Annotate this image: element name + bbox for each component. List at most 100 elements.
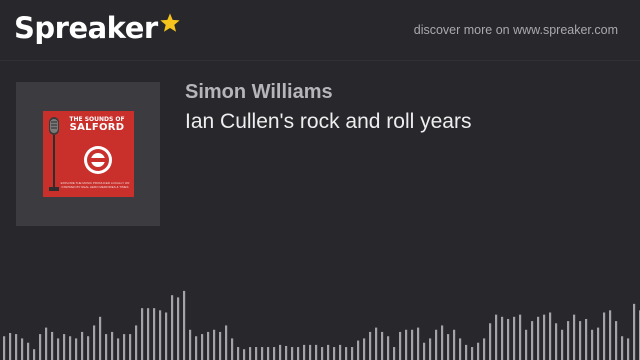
waveform-bar — [123, 334, 126, 360]
waveform-bar — [273, 347, 276, 360]
waveform-bar — [489, 323, 492, 360]
logo-wordmark: Spreaker — [14, 11, 158, 45]
waveform-bar — [141, 308, 144, 360]
waveform-bar — [63, 334, 66, 360]
waveform-bar — [189, 329, 192, 360]
waveform-bar — [411, 329, 414, 360]
waveform-bar — [45, 327, 48, 360]
waveform-bar — [111, 331, 114, 360]
waveform-bar — [585, 318, 588, 360]
waveform-bar — [531, 321, 534, 360]
waveform-bar — [195, 336, 198, 360]
waveform-bar — [591, 329, 594, 360]
waveform-bar — [459, 338, 462, 360]
waveform-bar — [447, 334, 450, 360]
waveform-bar — [609, 310, 612, 360]
waveform-bar — [327, 344, 330, 360]
waveform-bar — [165, 312, 168, 360]
waveform-bar — [441, 325, 444, 360]
waveform-bar — [423, 342, 426, 360]
waveform-bar — [297, 347, 300, 360]
waveform-bar — [303, 344, 306, 360]
waveform-bar — [381, 331, 384, 360]
waveform-bar — [525, 329, 528, 360]
waveform-bar — [21, 338, 24, 360]
waveform-bar — [555, 323, 558, 360]
audio-waveform[interactable] — [0, 250, 640, 360]
waveform-bar — [315, 344, 318, 360]
waveform-bar — [207, 331, 210, 360]
waveform-bar — [537, 316, 540, 360]
waveform-bar — [135, 325, 138, 360]
waveform-bar — [405, 329, 408, 360]
episode-artwork[interactable]: THE SOUNDS OF SALFORD EXPLORE THE MUSIC … — [16, 82, 160, 226]
waveform-bar — [69, 336, 72, 360]
waveform-bar — [453, 329, 456, 360]
waveform-bar — [357, 340, 360, 360]
waveform-bar — [393, 347, 396, 360]
waveform-bar — [3, 336, 6, 360]
waveform-bar — [213, 329, 216, 360]
waveform-bar — [345, 347, 348, 360]
waveform-bar — [363, 338, 366, 360]
waveform-bar — [9, 333, 12, 360]
waveform-bar — [369, 331, 372, 360]
star-icon — [160, 13, 180, 32]
cover-subtext: EXPLORE THE MUSIC PRODUCED LOCALLY OR IN… — [60, 181, 130, 189]
waveform-bar — [597, 327, 600, 360]
cover-image: THE SOUNDS OF SALFORD EXPLORE THE MUSIC … — [43, 111, 134, 197]
cover-title: THE SOUNDS OF SALFORD — [63, 116, 131, 134]
spreaker-player: Spreaker discover more on www.spreaker.c… — [0, 0, 640, 360]
discover-link[interactable]: discover more on www.spreaker.com — [414, 23, 618, 37]
waveform-bar — [513, 316, 516, 360]
waveform-bar — [129, 334, 132, 360]
waveform-bar — [501, 316, 504, 360]
episode-author[interactable]: Simon Williams — [185, 81, 333, 104]
waveform-bar — [39, 334, 42, 360]
waveform-bar — [291, 347, 294, 360]
waveform-bar — [231, 338, 234, 360]
waveform-bar — [75, 338, 78, 360]
waveform-bar — [477, 342, 480, 360]
waveform-bar — [261, 347, 264, 360]
waveform-bar — [183, 290, 186, 360]
waveform-bar — [507, 318, 510, 360]
waveform-bar — [171, 295, 174, 360]
waveform-bar — [579, 321, 582, 360]
waveform-bar — [561, 329, 564, 360]
waveform-bar — [81, 331, 84, 360]
waveform-bar — [237, 347, 240, 360]
waveform-bar — [351, 347, 354, 360]
waveform-bar — [621, 336, 624, 360]
waveform-bar — [51, 331, 54, 360]
waveform-bar — [201, 334, 204, 360]
waveform-bar — [375, 327, 378, 360]
waveform-bar — [243, 349, 246, 360]
waveform-bar — [279, 344, 282, 360]
waveform-bar — [603, 312, 606, 360]
spreaker-logo[interactable]: Spreaker — [14, 11, 181, 45]
waveform-bar — [147, 308, 150, 360]
waveform-bar — [153, 308, 156, 360]
waveform-bar — [495, 314, 498, 360]
waveform-bar — [267, 347, 270, 360]
waveform-bar — [309, 344, 312, 360]
waveform-bar — [471, 347, 474, 360]
waveform-bar — [519, 314, 522, 360]
waveform-bar — [549, 312, 552, 360]
episode-title: Ian Cullen's rock and roll years — [185, 110, 472, 133]
header-bar: Spreaker discover more on www.spreaker.c… — [0, 0, 640, 61]
waveform-bar — [417, 327, 420, 360]
waveform-bar — [117, 338, 120, 360]
waveform-bar — [321, 347, 324, 360]
waveform-bar — [465, 344, 468, 360]
waveform-bar — [333, 347, 336, 360]
waveform-bar — [387, 336, 390, 360]
waveform-bar — [27, 342, 30, 360]
waveform-bar — [429, 338, 432, 360]
waveform-bar — [219, 331, 222, 360]
waveform-bar — [105, 334, 108, 360]
waveform-bar — [627, 338, 630, 360]
cover-badge-logo — [84, 146, 112, 174]
waveform-bar — [435, 329, 438, 360]
